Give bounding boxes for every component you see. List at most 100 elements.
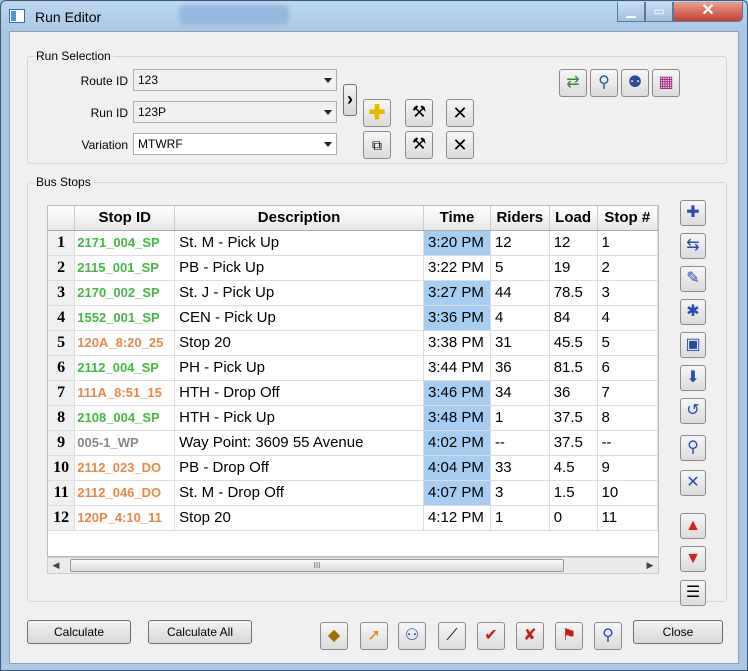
riders-cell[interactable]: 36 <box>490 355 550 381</box>
load-cell[interactable]: 1.5 <box>549 480 598 506</box>
riders-cell[interactable]: -- <box>490 430 550 456</box>
stop-number-cell[interactable]: 4 <box>597 305 658 331</box>
stop-id-cell[interactable]: 2112_004_SP <box>74 355 176 381</box>
row-number-cell[interactable]: 7 <box>48 380 76 406</box>
student-pin-button[interactable]: ✔ <box>477 622 505 650</box>
table-row[interactable]: 10 2112_023_DO PB - Drop Off 4:04 PM 33 4.5 9 <box>48 455 658 481</box>
maximize-icon[interactable]: ▭ <box>645 2 673 22</box>
riders-cell[interactable]: 34 <box>490 380 550 406</box>
table-row[interactable]: 4 1552_001_SP CEN - Pick Up 3:36 PM 4 84 4 <box>48 305 658 331</box>
riders-cell[interactable]: 31 <box>490 330 550 356</box>
riders-button[interactable]: ⚇ <box>398 622 426 650</box>
swap-stop-button[interactable]: ⇆ <box>680 233 706 259</box>
time-cell[interactable]: 3:46 PM <box>423 380 491 406</box>
optimize-button[interactable]: ◆ <box>320 622 348 650</box>
table-row[interactable]: 8 2108_004_SP HTH - Pick Up 3:48 PM 1 37.5 8 <box>48 405 658 431</box>
copy-run-button[interactable]: ⧉ <box>363 131 391 159</box>
row-number-cell[interactable]: 10 <box>48 455 76 481</box>
table-row[interactable]: 6 2112_004_SP PH - Pick Up 3:44 PM 36 81.5 6 <box>48 355 658 381</box>
stop-id-cell[interactable]: 005-1_WP <box>74 430 176 456</box>
riders-cell[interactable]: 1 <box>490 505 550 531</box>
riders-cell[interactable]: 5 <box>490 255 550 281</box>
load-cell[interactable]: 4.5 <box>549 455 598 481</box>
edit-variation-button[interactable]: ⚒ <box>405 131 433 159</box>
table-row[interactable]: 9 005-1_WP Way Point: 3609 55 Avenue 4:02 P… <box>48 430 658 456</box>
row-number-cell[interactable]: 5 <box>48 330 76 356</box>
row-number-cell[interactable]: 9 <box>48 430 76 456</box>
stop-id-cell[interactable]: 2108_004_SP <box>74 405 176 431</box>
stop-number-cell[interactable]: 7 <box>597 380 658 406</box>
riders-cell[interactable]: 33 <box>490 455 550 481</box>
zoom-button[interactable]: ⚲ <box>590 69 618 97</box>
stop-number-cell[interactable]: 8 <box>597 405 658 431</box>
description-cell[interactable]: St. J - Pick Up <box>174 280 424 306</box>
close-icon[interactable]: ✕ <box>673 2 743 22</box>
table-row[interactable]: 11 2112_046_DO St. M - Drop Off 4:07 PM 3 1.5… <box>48 480 658 506</box>
calculate-button[interactable]: Calculate <box>27 620 131 644</box>
minimize-icon[interactable]: ▁ <box>617 2 645 22</box>
row-number-cell[interactable]: 12 <box>48 505 76 531</box>
stop-number-cell[interactable]: 11 <box>597 505 658 531</box>
edit-run-button[interactable]: ⚒ <box>405 99 433 127</box>
time-cell[interactable]: 3:22 PM <box>423 255 491 281</box>
wand-button[interactable]: ⟋ <box>438 622 466 650</box>
stop-id-cell[interactable]: 2112_046_DO <box>74 480 176 506</box>
riders-cell[interactable]: 4 <box>490 305 550 331</box>
scroll-right-icon[interactable]: ▶ <box>642 558 658 573</box>
move-down-button[interactable]: ▼ <box>680 546 706 572</box>
stop-number-cell[interactable]: 9 <box>597 455 658 481</box>
expand-button[interactable]: › <box>343 84 357 116</box>
scroll-left-icon[interactable]: ◀ <box>48 558 64 573</box>
load-cell[interactable]: 81.5 <box>549 355 598 381</box>
description-cell[interactable]: St. M - Drop Off <box>174 480 424 506</box>
stop-down-button[interactable]: ⬇ <box>680 365 706 391</box>
stop-id-cell[interactable]: 111A_8:51_15 <box>74 380 176 406</box>
table-row[interactable]: 1 2171_004_SP St. M - Pick Up 3:20 PM 12 12 1 <box>48 230 658 256</box>
delete-run-button[interactable]: ✕ <box>446 99 474 127</box>
col-header-time[interactable]: Time <box>423 206 491 231</box>
riders-cell[interactable]: 3 <box>490 480 550 506</box>
table-row[interactable]: 7 111A_8:51_15 HTH - Drop Off 3:46 PM 34 36 7 <box>48 380 658 406</box>
remove-stop-button[interactable]: ✕ <box>680 470 706 496</box>
calculate-all-button[interactable]: Calculate All <box>148 620 252 644</box>
copy-stop-button[interactable]: ▣ <box>680 332 706 358</box>
delete-variation-button[interactable]: ✕ <box>446 131 474 159</box>
row-number-cell[interactable]: 3 <box>48 280 76 306</box>
stop-id-cell[interactable]: 2170_002_SP <box>74 280 176 306</box>
col-header-stop-id[interactable]: Stop ID <box>74 206 176 231</box>
description-cell[interactable]: HTH - Pick Up <box>174 405 424 431</box>
load-cell[interactable]: 84 <box>549 305 598 331</box>
time-cell[interactable]: 3:20 PM <box>423 230 491 256</box>
row-number-cell[interactable]: 1 <box>48 230 76 256</box>
load-cell[interactable]: 37.5 <box>549 430 598 456</box>
insert-stop-button[interactable]: ✱ <box>680 299 706 325</box>
row-number-cell[interactable]: 11 <box>48 480 76 506</box>
riders-cell[interactable]: 1 <box>490 405 550 431</box>
stop-number-cell[interactable]: 3 <box>597 280 658 306</box>
move-up-button[interactable]: ▲ <box>680 513 706 539</box>
riders-cell[interactable]: 44 <box>490 280 550 306</box>
load-cell[interactable]: 19 <box>549 255 598 281</box>
stop-id-cell[interactable]: 120P_4:10_11 <box>74 505 176 531</box>
time-cell[interactable]: 3:44 PM <box>423 355 491 381</box>
route-id-select[interactable]: 123 <box>133 69 337 91</box>
col-header-load[interactable]: Load <box>549 206 598 231</box>
description-cell[interactable]: Stop 20 <box>174 330 424 356</box>
description-cell[interactable]: PB - Pick Up <box>174 255 424 281</box>
stop-id-cell[interactable]: 2171_004_SP <box>74 230 176 256</box>
stop-number-cell[interactable]: 6 <box>597 355 658 381</box>
description-cell[interactable]: PH - Pick Up <box>174 355 424 381</box>
stop-number-cell[interactable]: 1 <box>597 230 658 256</box>
load-cell[interactable]: 78.5 <box>549 280 598 306</box>
stop-id-cell[interactable]: 2115_001_SP <box>74 255 176 281</box>
description-cell[interactable]: PB - Drop Off <box>174 455 424 481</box>
riders-cell[interactable]: 12 <box>490 230 550 256</box>
description-cell[interactable]: Way Point: 3609 55 Avenue <box>174 430 424 456</box>
add-stop-button[interactable]: ✚ <box>680 200 706 226</box>
row-number-cell[interactable]: 6 <box>48 355 76 381</box>
load-cell[interactable]: 36 <box>549 380 598 406</box>
time-cell[interactable]: 3:48 PM <box>423 405 491 431</box>
stop-number-cell[interactable]: 10 <box>597 480 658 506</box>
table-row[interactable]: 5 120A_8:20_25 Stop 20 3:38 PM 31 45.5 5 <box>48 330 658 356</box>
load-cell[interactable]: 37.5 <box>549 405 598 431</box>
